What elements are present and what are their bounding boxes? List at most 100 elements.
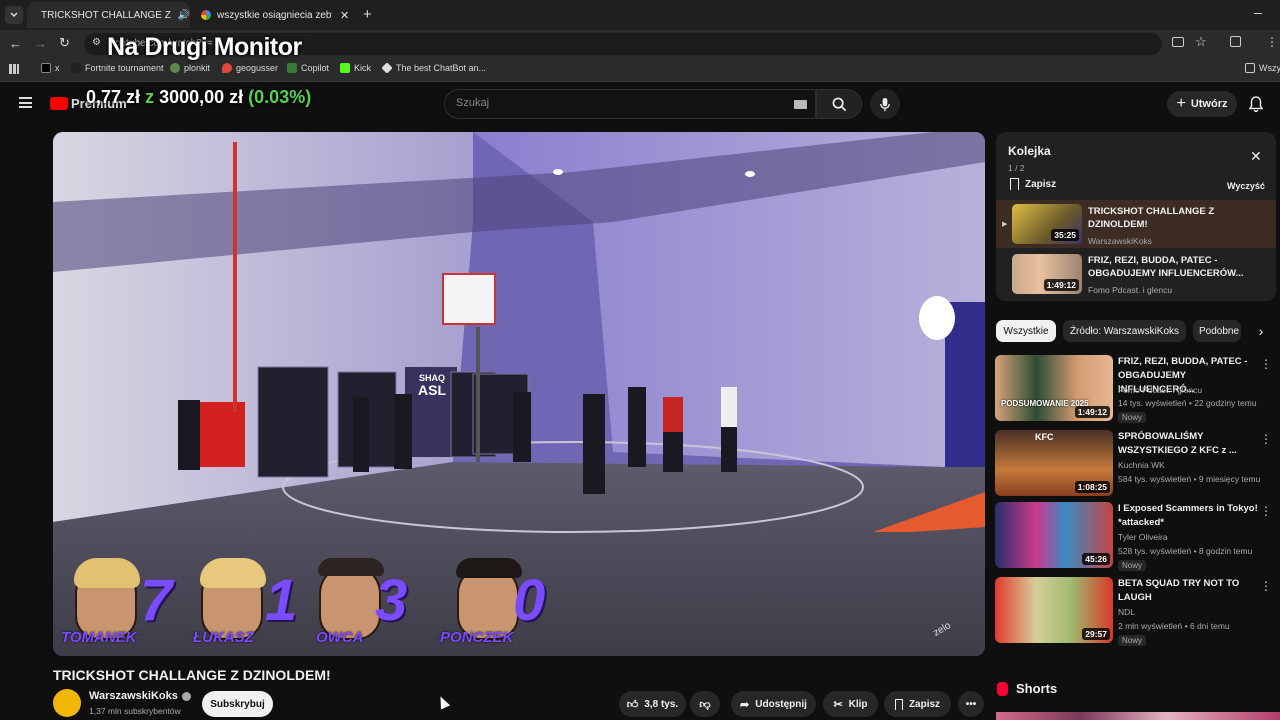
more-vert-icon[interactable]: ⋮ — [1260, 432, 1272, 446]
more-vert-icon[interactable]: ⋮ — [1260, 504, 1272, 518]
recommendation-duration: 1:49:12 — [1074, 406, 1110, 418]
kick-icon — [340, 63, 350, 73]
new-badge: Nowy — [1118, 635, 1147, 646]
channel-name[interactable]: WarszawskiKoks — [89, 690, 191, 702]
site-info-icon[interactable]: ⚙ — [92, 37, 101, 48]
thumbs-down-icon: 👎︎ — [699, 698, 711, 711]
browser-tab-youtube[interactable]: TRICKSHOT CHALLANGE Z 🔊 ✕ — [27, 2, 210, 28]
clip-button[interactable]: ✂ Klip — [823, 691, 878, 717]
queue-panel: Kolejka 1 / 2 ✕ Zapisz Wyczyść ▶ 35:25 T… — [996, 132, 1276, 301]
search-input[interactable]: Szukaj — [444, 89, 816, 119]
video-title: TRICKSHOT CHALLANGE Z DZINOLDEM! — [53, 667, 331, 683]
recommendation-item[interactable]: 45:26 I Exposed Scammers in Tokyo! *atta… — [995, 502, 1280, 571]
more-vert-icon[interactable]: ⋮ — [1260, 579, 1272, 593]
search-icon — [832, 97, 846, 111]
score-owca: 3 — [375, 568, 408, 633]
cast-icon[interactable] — [1172, 37, 1184, 47]
recommendation-item[interactable]: 29:57 BETA SQUAD TRY NOT TO LAUGH NDL 2 … — [995, 577, 1280, 646]
bookmark-copilot[interactable]: Copilot — [287, 63, 329, 73]
queue-item-channel: Fomo Pdcast. i glencu — [1088, 285, 1173, 295]
queue-save-button[interactable]: Zapisz — [1010, 178, 1056, 190]
shorts-header: Shorts — [997, 681, 1057, 696]
recommendation-title: SPRÓBOWALIŚMY WSZYSTKIEGO Z KFC z ... — [1118, 431, 1237, 456]
player-name-ponczek: PONCZEK — [440, 629, 514, 646]
bookmark-kick[interactable]: Kick — [340, 63, 371, 73]
chip-all[interactable]: Wszystkie — [996, 320, 1056, 342]
score-tomanek: 7 — [140, 568, 173, 633]
queue-duration: 1:49:12 — [1043, 279, 1079, 291]
folder-icon — [1245, 63, 1255, 73]
chip-source-channel[interactable]: Źródło: WarszawskiKoks — [1063, 320, 1186, 342]
hamburger-menu-icon[interactable] — [19, 97, 32, 108]
queue-duration: 35:25 — [1051, 229, 1079, 241]
apps-grid-icon[interactable] — [9, 64, 19, 74]
search-placeholder: Szukaj — [456, 97, 490, 109]
player-name-owca: OWCA — [316, 629, 364, 646]
chips-next-icon[interactable]: › — [1250, 320, 1272, 342]
close-icon[interactable]: ✕ — [340, 9, 349, 22]
create-button[interactable]: + Utwórz — [1167, 91, 1237, 117]
queue-item-title: FRIZ, REZI, BUDDA, PATEC - OBGADUJEMY IN… — [1088, 255, 1244, 279]
recommendation-thumbnail: 29:57 — [995, 577, 1113, 643]
video-player[interactable]: SHAQ ASL zelo 7 TOMANEK 1 ŁUKASZ 3 OWCA 0… — [53, 132, 985, 656]
chip-similar[interactable]: Podobne — [1193, 320, 1241, 342]
recommendation-item[interactable]: PODSUMOWANIE 2025 1:49:12 FRIZ, REZI, BU… — [995, 355, 1280, 423]
youtube-play-icon — [50, 97, 68, 110]
bookmark-plonkit[interactable]: plonkit — [170, 63, 210, 73]
notifications-bell-icon[interactable] — [1248, 96, 1264, 117]
queue-item[interactable]: ▶ 35:25 TRICKSHOT CHALLANGE Z DZINOLDEM!… — [996, 200, 1276, 248]
extensions-icon[interactable] — [1230, 36, 1241, 47]
queue-item[interactable]: 1:49:12 FRIZ, REZI, BUDDA, PATEC - OBGAD… — [996, 250, 1276, 298]
like-button[interactable]: 👍︎ 3,8 tys. — [619, 691, 686, 717]
queue-thumbnail: 1:49:12 — [1012, 254, 1082, 294]
tab-title: TRICKSHOT CHALLANGE Z — [41, 9, 171, 21]
overlay-donation-goal: 0,77 zł z 3000,00 zł (0.03%) — [86, 87, 311, 108]
queue-clear-button[interactable]: Wyczyść — [1227, 181, 1265, 191]
recommendation-meta: 2 mln wyświetleń • 6 dni temu — [1118, 621, 1230, 631]
forward-icon[interactable]: → — [34, 36, 47, 51]
bookmark-fortnite[interactable]: Fortnite tournament — [71, 63, 164, 73]
player-name-tomanek: TOMANEK — [61, 629, 137, 646]
share-button[interactable]: ➦ Udostępnij — [731, 691, 816, 717]
browser-tab-google[interactable]: wszystkie osiągniecia zeby odbl ✕ — [193, 2, 356, 28]
minimize-button[interactable]: – — [1254, 4, 1262, 20]
recommendation-item[interactable]: KFC 1:08:25 SPRÓBOWALIŚMY WSZYSTKIEGO Z … — [995, 430, 1280, 498]
copilot-icon — [287, 63, 297, 73]
globe-icon — [170, 63, 180, 73]
bookmark-chatbot[interactable]: The best ChatBot an... — [381, 62, 486, 74]
score-lukasz: 1 — [265, 568, 298, 633]
recommendation-title: BETA SQUAD TRY NOT TO LAUGH — [1118, 578, 1240, 603]
bookmark-geogusser[interactable]: geogusser — [222, 63, 278, 73]
more-vert-icon[interactable]: ⋮ — [1260, 357, 1272, 371]
speaker-icon[interactable]: 🔊 — [178, 10, 190, 21]
dislike-button[interactable]: 👎︎ — [690, 691, 720, 717]
share-arrow-icon: ➦ — [740, 698, 750, 711]
keyboard-icon[interactable] — [794, 100, 807, 109]
plus-icon: + — [1176, 95, 1186, 112]
microphone-icon — [880, 97, 890, 111]
subscribe-button[interactable]: Subskrybuj — [202, 691, 273, 717]
more-actions-button[interactable]: ••• — [958, 691, 984, 717]
reload-icon[interactable]: ↻ — [59, 35, 70, 51]
queue-close-icon[interactable]: ✕ — [1250, 148, 1262, 165]
bookmark-folder-all[interactable]: Wszy — [1245, 63, 1280, 73]
queue-title: Kolejka — [1008, 144, 1051, 158]
chatbot-icon — [381, 62, 393, 74]
back-icon[interactable]: ← — [9, 36, 22, 51]
save-button[interactable]: Zapisz — [884, 691, 951, 717]
star-icon[interactable]: ☆ — [1195, 34, 1207, 50]
recommendation-thumbnail: 45:26 — [995, 502, 1113, 568]
voice-search-button[interactable] — [870, 89, 900, 119]
recommendation-thumbnail: KFC 1:08:25 — [995, 430, 1113, 496]
recommendation-meta: 528 tys. wyświetleń • 8 godzin temu — [1118, 546, 1253, 556]
recommendation-title: I Exposed Scammers in Tokyo! *attacked* — [1118, 503, 1258, 528]
bookmark-x[interactable]: x — [41, 63, 60, 73]
recommendation-channel: NDL — [1118, 607, 1136, 617]
channel-avatar[interactable] — [53, 689, 81, 717]
menu-dots-icon[interactable]: ⋮ — [1266, 35, 1278, 49]
player-name-lukasz: ŁUKASZ — [193, 629, 254, 646]
search-button[interactable] — [816, 89, 862, 119]
new-tab-button[interactable]: + — [363, 6, 372, 23]
recommendation-thumbnail: PODSUMOWANIE 2025 1:49:12 — [995, 355, 1113, 421]
tab-search-button[interactable] — [5, 6, 23, 24]
